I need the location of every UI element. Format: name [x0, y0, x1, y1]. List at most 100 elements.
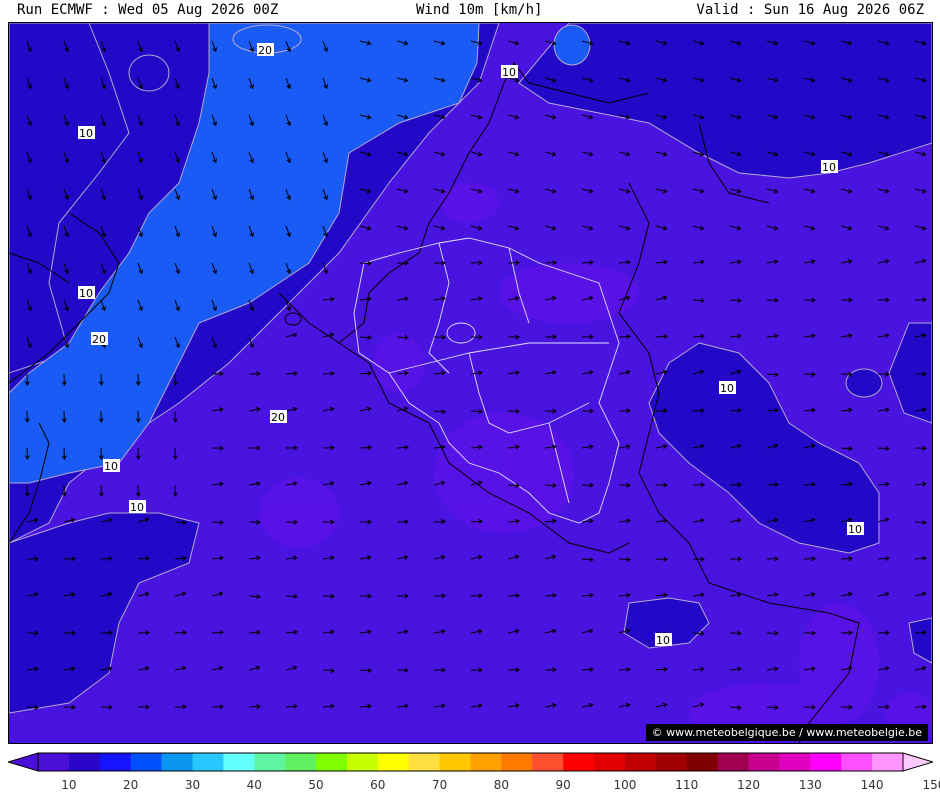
contour-label-20: 20 — [257, 43, 274, 57]
contour-label-10: 10 — [719, 381, 736, 395]
wind-arrow — [359, 669, 372, 672]
wind-arrow — [914, 631, 927, 634]
wind-arrow — [26, 706, 39, 709]
contour-label-20: 20 — [91, 332, 108, 346]
wind-map[interactable]: 20 10 10 10 10 20 10 20 10 10 10 10 © ww… — [8, 22, 933, 744]
colorbar-label: 120 — [737, 778, 760, 792]
wind-arrow — [766, 483, 779, 486]
wind-arrow — [100, 557, 113, 560]
colorbar-label: 110 — [675, 778, 699, 792]
svg-text:20: 20 — [258, 44, 272, 57]
colorbar-segment — [130, 753, 163, 771]
wind-arrow — [729, 299, 742, 302]
wind-arrow — [618, 335, 631, 338]
wind-arrow — [359, 446, 372, 449]
wind-arrow — [877, 447, 890, 450]
colorbar-label: 60 — [370, 778, 386, 792]
svg-text:10: 10 — [79, 287, 93, 300]
colorbar-segment — [377, 753, 410, 771]
colorbar-label: 90 — [555, 778, 571, 792]
colorbar-under — [8, 752, 39, 772]
colorbar-label: 80 — [493, 778, 510, 792]
colorbar-segment — [810, 753, 842, 771]
svg-text:10: 10 — [720, 382, 734, 395]
contour-label-10: 10 — [847, 522, 864, 536]
colorbar-segment — [625, 753, 657, 771]
svg-text:20: 20 — [271, 411, 285, 424]
svg-text:10: 10 — [502, 66, 516, 79]
svg-text:10: 10 — [848, 523, 862, 536]
contour-label-10: 10 — [821, 160, 838, 174]
colorbar-label: 150 — [922, 778, 940, 792]
svg-text:10: 10 — [104, 460, 118, 473]
colorbar-label: 140 — [860, 778, 884, 792]
contour-label-20: 10 — [103, 459, 120, 473]
wind-arrow — [285, 372, 298, 375]
credit-banner[interactable]: © www.meteobelgique.be / www.meteobelgie… — [645, 724, 928, 741]
wind-arrow — [544, 484, 557, 487]
colorbar-segment — [346, 753, 379, 771]
colorbar-label: 30 — [184, 778, 201, 792]
svg-text:10: 10 — [656, 634, 670, 647]
svg-text:10: 10 — [822, 161, 836, 174]
colorbar-segment — [254, 753, 286, 771]
colorbar-segment — [594, 753, 626, 771]
field-title: Wind 10m [km/h] — [416, 2, 543, 18]
wind-arrow — [692, 409, 705, 412]
colorbar-segment — [470, 753, 502, 771]
colorbar-segment — [748, 753, 780, 771]
colorbar-label: 130 — [798, 778, 822, 792]
wind-arrow — [433, 520, 446, 523]
colorbar-segment — [99, 753, 132, 771]
svg-text:20: 20 — [92, 333, 106, 346]
contour-label-10: 10 — [129, 500, 146, 514]
wind-arrow — [507, 594, 520, 597]
wind-arrow — [470, 410, 483, 413]
contour-label-10: 20 — [270, 410, 287, 424]
colorbar-labels: 10 20 30 40 50 60 70 80 90 100 110 120 130 140 150 — [0, 778, 940, 796]
wind-arrow — [248, 705, 261, 708]
svg-text:10: 10 — [130, 501, 144, 514]
wind-arrow — [618, 558, 631, 561]
contour-label-10: 10 — [501, 65, 518, 79]
colorbar-segment — [872, 753, 904, 771]
colorbar-segment — [38, 753, 70, 771]
wind-arrow — [766, 706, 779, 709]
wind-arrow — [692, 632, 705, 635]
colorbar-segment — [532, 753, 564, 771]
wind-arrow — [581, 668, 594, 671]
colorbar-segment — [717, 753, 749, 771]
colorbar-label: 40 — [246, 778, 262, 792]
wind-arrow — [174, 631, 187, 634]
wind-arrow — [396, 336, 409, 339]
colorbar-segment — [686, 753, 719, 771]
wind-arrow — [803, 373, 816, 376]
wind-map-canvas: 20 10 10 10 10 20 10 20 10 10 10 10 — [9, 23, 932, 743]
colorbar-segment — [563, 753, 595, 771]
colorbar-segment — [841, 753, 873, 771]
colorbar-segment — [223, 753, 255, 771]
colorbar-segment — [316, 753, 348, 771]
wind-arrow — [211, 521, 224, 524]
wind-arrow — [840, 557, 853, 560]
colorbar-over — [902, 752, 933, 772]
colorbar-segment — [285, 753, 317, 771]
colorbar — [8, 752, 933, 772]
colorbar-label: 50 — [308, 778, 324, 792]
run-label: Run ECMWF : Wed 05 Aug 2026 00Z — [17, 2, 279, 18]
colorbar-segment — [192, 753, 224, 771]
colorbar-segment — [68, 753, 101, 771]
wind-arrow — [544, 261, 557, 264]
contour-label-10: 10 — [78, 126, 95, 140]
colorbar-segment — [655, 753, 688, 771]
wind-arrow — [285, 595, 298, 598]
colorbar-segment — [408, 753, 441, 771]
colorbar-segment — [439, 753, 471, 771]
colorbar-label: 70 — [431, 778, 448, 792]
contour-label-10: 10 — [655, 633, 672, 647]
colorbar-segment — [161, 753, 193, 771]
colorbar-label: 10 — [61, 778, 77, 792]
colorbar-segment — [779, 753, 811, 771]
colorbar-segment — [501, 753, 533, 771]
colorbar-label: 20 — [123, 778, 139, 792]
